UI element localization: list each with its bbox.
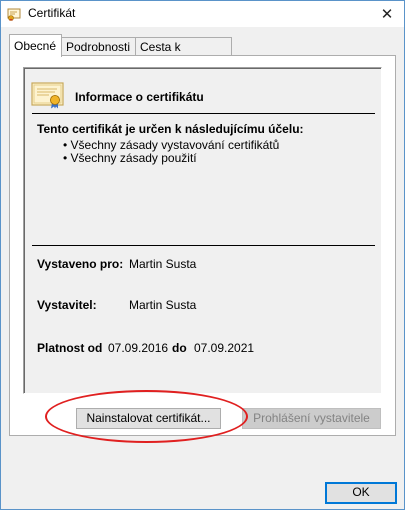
- valid-to-label: do: [172, 341, 187, 355]
- ok-button[interactable]: OK: [325, 482, 397, 504]
- title-bar: Certifikát ✕: [1, 1, 404, 27]
- issued-to-value: Martin Susta: [129, 257, 197, 271]
- purpose-item: • Všechny zásady použití: [63, 151, 197, 165]
- tab-details[interactable]: Podrobnosti: [61, 37, 136, 56]
- issuer-label: Vystavitel:: [37, 298, 97, 312]
- close-icon: ✕: [380, 6, 394, 23]
- issued-to-label: Vystaveno pro:: [37, 257, 124, 271]
- close-button[interactable]: ✕: [370, 1, 404, 27]
- issuer-value: Martin Susta: [129, 298, 197, 312]
- tab-general[interactable]: Obecné: [9, 34, 62, 57]
- info-title: Informace o certifikátu: [75, 90, 204, 104]
- certificate-dialog: Certifikát ✕ Obecné Podrobnosti Cesta k …: [0, 0, 405, 510]
- install-certificate-button[interactable]: Nainstalovat certifikát...: [76, 408, 221, 429]
- certificate-icon: [31, 82, 64, 109]
- valid-from-label: Platnost od: [37, 341, 103, 355]
- window-title: Certifikát: [28, 6, 76, 20]
- valid-to-value: 07.09.2021: [194, 341, 255, 355]
- separator-bottom: [32, 245, 375, 246]
- certificate-icon: [7, 8, 21, 21]
- purpose-heading: Tento certifikát je určen k následujícím…: [37, 122, 304, 136]
- issuer-statement-button[interactable]: Prohlášení vystavitele: [242, 408, 381, 429]
- valid-from-value: 07.09.2016: [108, 341, 169, 355]
- separator-top: [32, 113, 375, 114]
- tab-certification-path[interactable]: Cesta k certifikátu: [135, 37, 232, 72]
- purpose-list: • Všechny zásady vystavování certifikátů…: [63, 139, 279, 165]
